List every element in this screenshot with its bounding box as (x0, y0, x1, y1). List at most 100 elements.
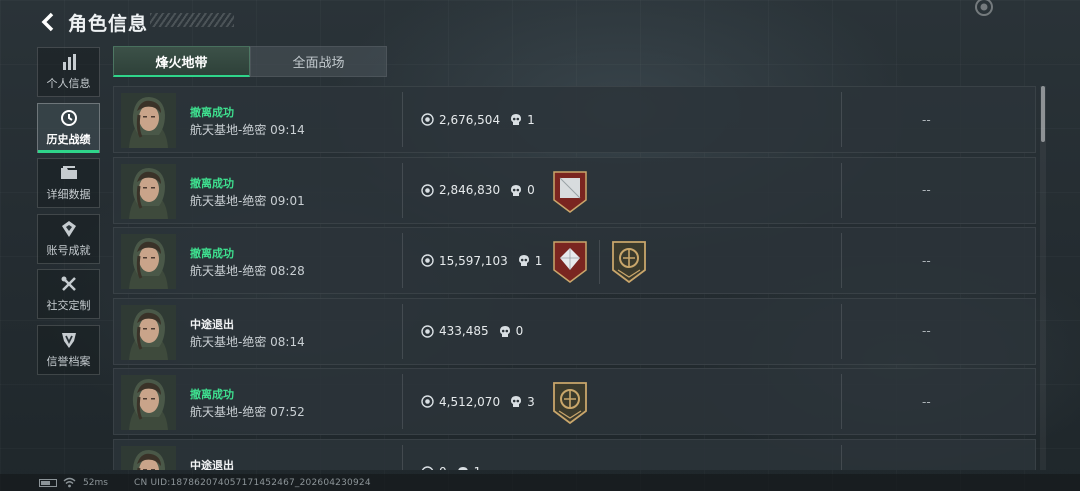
column-divider (402, 303, 403, 359)
operator-avatar (121, 445, 176, 470)
extraction-status: 中途退出 (190, 317, 234, 331)
value-group: 433,485 0 (421, 299, 523, 364)
value-group: 15,597,103 1 (421, 228, 542, 293)
kill-count: 0 (515, 324, 524, 338)
coin-icon (421, 395, 434, 408)
skull-icon (499, 325, 510, 337)
tab-haven-zone[interactable]: 烽火地带 (113, 46, 250, 77)
operator-avatar (121, 234, 176, 289)
extraction-status: 撤离成功 (190, 176, 234, 190)
back-button[interactable] (36, 8, 60, 36)
sidebar-item-credit-profile[interactable]: 信誉档案 (37, 324, 100, 375)
badge-group (551, 170, 589, 214)
column-divider (402, 92, 403, 147)
sidebar-item-detailed-data[interactable]: 详细数据 (37, 158, 100, 208)
red-silver-badge-icon[interactable] (551, 170, 589, 214)
operator-avatar (121, 163, 176, 219)
map-and-time: 航天基地-绝密 08:28 (190, 264, 305, 278)
skull-icon (511, 114, 522, 125)
skull-icon (457, 466, 468, 470)
extra-info: -- (922, 394, 931, 409)
bar-chart-icon (62, 54, 76, 70)
sidebar-item-label: 信誉档案 (46, 354, 91, 368)
scrollbar-thumb[interactable] (1041, 86, 1045, 142)
badge-divider (599, 240, 600, 284)
sidebar-item-label: 账号成就 (46, 243, 91, 257)
record-row[interactable]: 撤离成功 航天基地-绝密 09:14 2,676,504 1 -- (113, 86, 1036, 153)
sidebar-item-label: 详细数据 (46, 188, 91, 201)
sidebar-item-label: 个人信息 (46, 77, 91, 90)
extra-info: -- (922, 253, 931, 268)
value-group: 2,846,830 0 (421, 158, 535, 223)
title-decoration (150, 13, 234, 27)
kill-count: 1 (527, 112, 535, 127)
operator-avatar (121, 375, 176, 430)
coin-icon (421, 113, 434, 126)
map-and-time: 航天基地-绝密 09:14 (190, 123, 305, 137)
column-divider (841, 233, 842, 288)
column-divider (402, 162, 403, 218)
shield-icon (61, 332, 76, 348)
scrollbar-track[interactable] (1040, 86, 1046, 470)
coin-icon (421, 254, 434, 267)
extraction-status: 撤离成功 (190, 106, 234, 119)
column-divider (841, 374, 842, 429)
operator-avatar (121, 304, 176, 360)
column-divider (841, 92, 842, 147)
status-footer: 52ms CN UID:18786207405717145246​7_20260… (0, 474, 1080, 491)
extraction-status: 撤离成功 (190, 388, 234, 401)
page-title: 角色信息 (68, 12, 149, 35)
sidebar-item-personal-info[interactable]: 个人信息 (37, 47, 100, 97)
gold-emblem-badge-icon[interactable] (610, 240, 648, 284)
asset-value: 2,846,830 (439, 183, 501, 197)
asset-value: 0 (439, 465, 447, 470)
value-group: 2,676,504 1 (421, 87, 535, 152)
operator-avatar (121, 93, 176, 148)
extraction-status: 中途退出 (190, 458, 234, 471)
sidebar-item-label: 社交定制 (46, 299, 91, 312)
sidebar: 个人信息 历史战绩 详细数据 账号成就 社交定制 信誉档案 (37, 47, 100, 380)
latency-text: 52ms (83, 478, 108, 488)
coin-icon (421, 324, 434, 338)
mode-tabs: 烽火地带 全面战场 (113, 46, 387, 77)
map-and-time: 航天基地-绝密 08:14 (190, 334, 305, 349)
record-row[interactable]: 撤离成功 航天基地-绝密 09:01 2,846,830 0 -- (113, 156, 1036, 224)
badge-group (551, 381, 589, 425)
sidebar-item-social-custom[interactable]: 社交定制 (37, 269, 100, 319)
coin-icon (421, 183, 434, 197)
kill-count: 1 (534, 253, 543, 268)
coin-icon (421, 465, 434, 470)
extra-info: -- (922, 324, 931, 338)
column-divider (841, 162, 842, 218)
sidebar-item-history[interactable]: 历史战绩 (37, 102, 100, 153)
column-divider (402, 374, 403, 429)
record-row[interactable]: 中途退出 航天基地-绝密 08:14 433,485 0 -- (113, 297, 1036, 365)
tab-full-battlefield[interactable]: 全面战场 (250, 46, 387, 77)
red-diamond-badge-icon[interactable] (551, 240, 589, 284)
skull-icon (518, 255, 529, 266)
record-row[interactable]: 中途退出 0 1 (113, 438, 1036, 471)
achievement-icon (61, 220, 76, 237)
history-record-list: 撤离成功 航天基地-绝密 09:14 2,676,504 1 -- 撤离成功 航… (113, 86, 1036, 470)
history-clock-icon (60, 109, 77, 126)
wrench-tools-icon (61, 276, 76, 291)
kill-count: 3 (527, 394, 535, 409)
gold-emblem-badge-icon[interactable] (551, 381, 589, 425)
badge-group (551, 240, 648, 284)
sidebar-item-label: 历史战绩 (46, 132, 91, 146)
extraction-status: 撤离成功 (190, 247, 234, 260)
skull-icon (511, 184, 522, 196)
column-divider (402, 444, 403, 470)
record-row[interactable]: 撤离成功 航天基地-绝密 08:28 15,597,103 1 -- (113, 227, 1036, 294)
record-row[interactable]: 撤离成功 航天基地-绝密 07:52 4,512,070 3 -- (113, 368, 1036, 435)
chevron-left-icon (41, 12, 54, 32)
asset-value: 2,676,504 (439, 112, 501, 127)
sidebar-item-achievements[interactable]: 账号成就 (37, 213, 100, 264)
column-divider (402, 233, 403, 288)
asset-value: 4,512,070 (439, 394, 501, 409)
extra-info: -- (922, 112, 931, 127)
value-group: 0 1 (421, 440, 481, 470)
asset-value: 433,485 (439, 324, 489, 338)
header: 角色信息 (36, 8, 148, 36)
map-and-time: 航天基地-绝密 09:01 (190, 193, 305, 208)
